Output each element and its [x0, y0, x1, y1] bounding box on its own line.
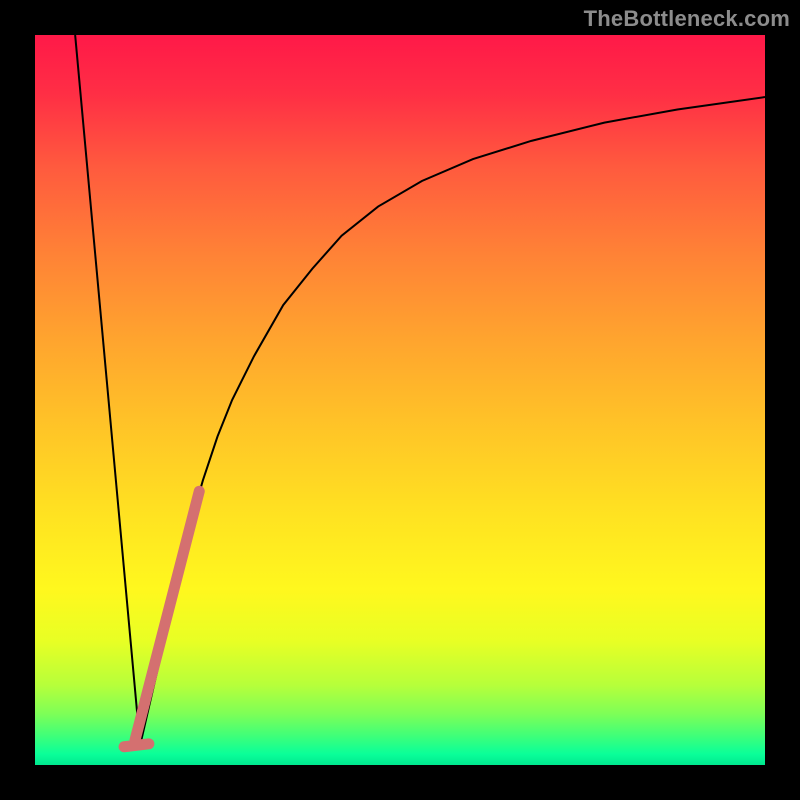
chart-frame: TheBottleneck.com [0, 0, 800, 800]
series-decreasing-line [75, 35, 140, 745]
watermark-text: TheBottleneck.com [584, 6, 790, 32]
plot-area [35, 35, 765, 765]
series-min-marker [124, 744, 149, 747]
series-highlighted-segment [135, 491, 199, 740]
chart-svg [35, 35, 765, 765]
series-increasing-curve [140, 97, 765, 745]
